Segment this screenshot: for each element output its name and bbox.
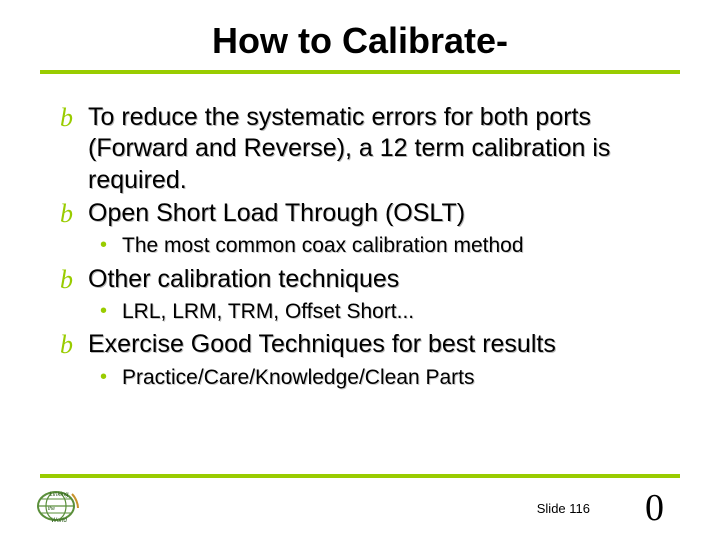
- bullet-item: b To reduce the systematic errors for bo…: [60, 102, 660, 196]
- dot-icon: •: [100, 364, 122, 390]
- bullet-text: To reduce the systematic errors for both…: [88, 102, 660, 196]
- title-divider: [40, 70, 680, 74]
- bullet-text: Other calibration techniques: [88, 264, 399, 295]
- bullet-glyph-icon: b: [60, 264, 88, 297]
- bullet-glyph-icon: b: [60, 198, 88, 231]
- sub-bullet-item: • The most common coax calibration metho…: [100, 232, 660, 259]
- bullet-text: Open Short Load Through (OSLT): [88, 198, 465, 229]
- bullet-item: b Exercise Good Techniques for best resu…: [60, 329, 660, 362]
- sub-bullet-text: LRL, LRM, TRM, Offset Short...: [122, 298, 414, 325]
- svg-text:Linking: Linking: [49, 492, 69, 498]
- dot-icon: •: [100, 298, 122, 324]
- sub-bullet-item: • LRL, LRM, TRM, Offset Short...: [100, 298, 660, 325]
- content-area: b To reduce the systematic errors for bo…: [0, 102, 720, 391]
- sub-bullet-text: Practice/Care/Knowledge/Clean Parts: [122, 364, 475, 391]
- bullet-text: Exercise Good Techniques for best result…: [88, 329, 556, 360]
- bullet-item: b Open Short Load Through (OSLT): [60, 198, 660, 231]
- dot-icon: •: [100, 232, 122, 258]
- slide-number: Slide 116: [537, 501, 590, 516]
- slide-container: How to Calibrate- b To reduce the system…: [0, 0, 720, 540]
- bullet-glyph-icon: b: [60, 102, 88, 135]
- bullet-item: b Other calibration techniques: [60, 264, 660, 297]
- slide-title: How to Calibrate-: [0, 20, 720, 62]
- sub-bullet-item: • Practice/Care/Knowledge/Clean Parts: [100, 364, 660, 391]
- footer-divider: [40, 474, 680, 478]
- svg-text:the: the: [48, 506, 55, 512]
- page-corner-number: 0: [645, 486, 664, 530]
- bullet-glyph-icon: b: [60, 329, 88, 362]
- logo-linking-the-world: Linking the World: [34, 486, 84, 526]
- svg-text:World: World: [51, 518, 67, 524]
- sub-bullet-text: The most common coax calibration method: [122, 232, 524, 259]
